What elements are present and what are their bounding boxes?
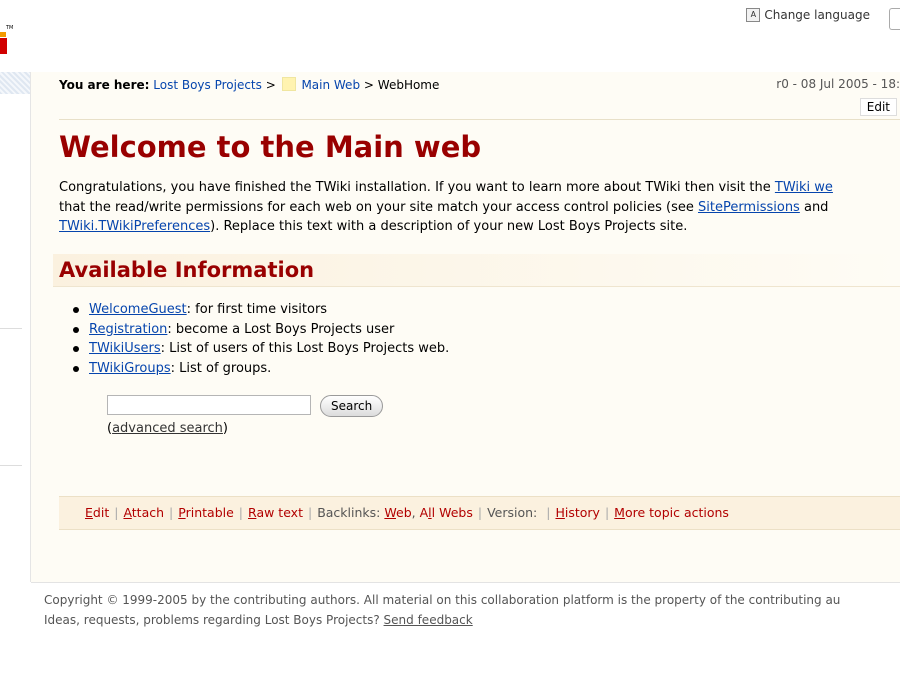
action-label: A (419, 505, 429, 520)
feedback-line: Ideas, requests, problems regarding Lost… (44, 610, 900, 630)
action-label: istory (564, 505, 600, 520)
action-label: eb (396, 505, 412, 520)
twiki-groups-link[interactable]: TWikiGroups (89, 361, 171, 376)
page-title: Welcome to the Main web (59, 130, 482, 164)
feedback-text: Ideas, requests, problems regarding Lost… (44, 613, 384, 627)
breadcrumb-separator: > (363, 78, 374, 92)
raw-text-action[interactable]: Raw text (248, 505, 303, 520)
accesskey: A (123, 505, 132, 520)
advanced-search-link[interactable]: advanced search (112, 421, 223, 436)
list-item-text: : List of groups. (170, 360, 272, 376)
intro-paragraph: Congratulations, you have finished the T… (59, 178, 900, 237)
action-label: rintable (185, 505, 234, 520)
action-label: ore topic actions (624, 505, 729, 520)
welcome-guest-link[interactable]: WelcomeGuest (89, 302, 187, 317)
list-item: TWikiUsers: List of users of this Lost B… (72, 339, 450, 359)
sidebar-divider (0, 328, 22, 329)
comma: , (411, 505, 416, 520)
backlinks-label: Backlinks: (317, 505, 381, 520)
language-select[interactable] (889, 8, 900, 30)
sidebar-header (0, 72, 30, 94)
footer: Copyright © 1999-2005 by the contributin… (44, 590, 900, 630)
accesskey: M (614, 505, 625, 520)
history-action[interactable]: History (555, 505, 599, 520)
twiki-preferences-link[interactable]: TWiki.TWikiPreferences (59, 219, 210, 234)
twiki-users-link[interactable]: TWikiUsers (89, 341, 161, 356)
more-topic-actions[interactable]: More topic actions (614, 505, 729, 520)
printable-action[interactable]: Printable (178, 505, 234, 520)
topic-action-bar: Edit | Attach | Printable | Raw text | Backlinks… (59, 496, 900, 530)
info-list: WelcomeGuest: for first time visitors Re… (72, 300, 450, 379)
logo-trademark: TM (6, 25, 14, 31)
intro-text: Congratulations, you have finished the T… (59, 180, 775, 195)
revision-info: r0 - 08 Jul 2005 - 18: (776, 77, 900, 91)
change-language-label: Change language (764, 8, 870, 22)
list-item-text: : List of users of this Lost Boys Projec… (160, 341, 450, 356)
intro-text: that the read/write permissions for each… (59, 199, 698, 215)
section-header: Available Information (53, 254, 900, 287)
backlinks-web-action[interactable]: Web (384, 505, 411, 520)
web-color-icon (281, 77, 296, 91)
site-permissions-link[interactable]: SitePermissions (698, 200, 800, 215)
list-item-text: : for first time visitors (186, 302, 328, 317)
paren: ) (222, 421, 228, 436)
header-divider (59, 119, 900, 120)
advanced-search: (advanced search) (107, 421, 228, 436)
footer-divider (31, 582, 900, 583)
send-feedback-link[interactable]: Send feedback (384, 613, 473, 627)
breadcrumb-separator: > (265, 78, 276, 92)
attach-action[interactable]: Attach (123, 505, 164, 520)
breadcrumb-web-link[interactable]: Main Web (301, 78, 360, 92)
accesskey: P (178, 505, 186, 520)
twiki-web-link[interactable]: TWiki we (775, 180, 833, 195)
edit-action[interactable]: Edit (85, 505, 109, 520)
list-item: TWikiGroups: List of groups. (72, 359, 449, 379)
logo-mark-orange (0, 32, 6, 37)
registration-link[interactable]: Registration (89, 322, 167, 337)
breadcrumb-topic: WebHome (377, 78, 440, 92)
intro-text: and (799, 199, 829, 215)
twiki-logo[interactable]: TM (0, 5, 14, 55)
breadcrumb: You are here: Lost Boys Projects > Main … (59, 77, 439, 92)
sidebar-divider (0, 465, 22, 466)
list-item-text: : become a Lost Boys Projects user (167, 321, 395, 337)
copyright-text: Copyright © 1999-2005 by the contributin… (44, 593, 841, 607)
backlinks-all-webs-action[interactable]: All Webs (420, 505, 473, 520)
action-label: ttach (131, 505, 165, 520)
logo-mark-red (0, 38, 7, 54)
change-language[interactable]: A Change language (746, 8, 870, 22)
action-label: aw text (256, 505, 303, 520)
breadcrumb-prefix: You are here: (59, 78, 150, 92)
edit-button[interactable]: Edit (859, 98, 897, 116)
language-icon: A (746, 8, 761, 22)
intro-text: ). Replace this text with a description … (210, 219, 688, 234)
list-item: Registration: become a Lost Boys Project… (72, 320, 449, 340)
action-label: l Webs (431, 505, 473, 520)
accesskey: E (85, 505, 93, 520)
version-label: Version: (487, 505, 538, 520)
main-content: You are here: Lost Boys Projects > Main … (31, 72, 900, 582)
breadcrumb-site-link[interactable]: Lost Boys Projects (153, 78, 262, 92)
accesskey: H (555, 505, 565, 520)
action-label: dit (92, 505, 110, 520)
available-information-heading: Available Information (59, 258, 315, 282)
accesskey: W (384, 505, 396, 520)
search-button[interactable]: Search (320, 395, 384, 417)
list-item: WelcomeGuest: for first time visitors (72, 300, 449, 320)
search-input[interactable] (107, 395, 311, 415)
